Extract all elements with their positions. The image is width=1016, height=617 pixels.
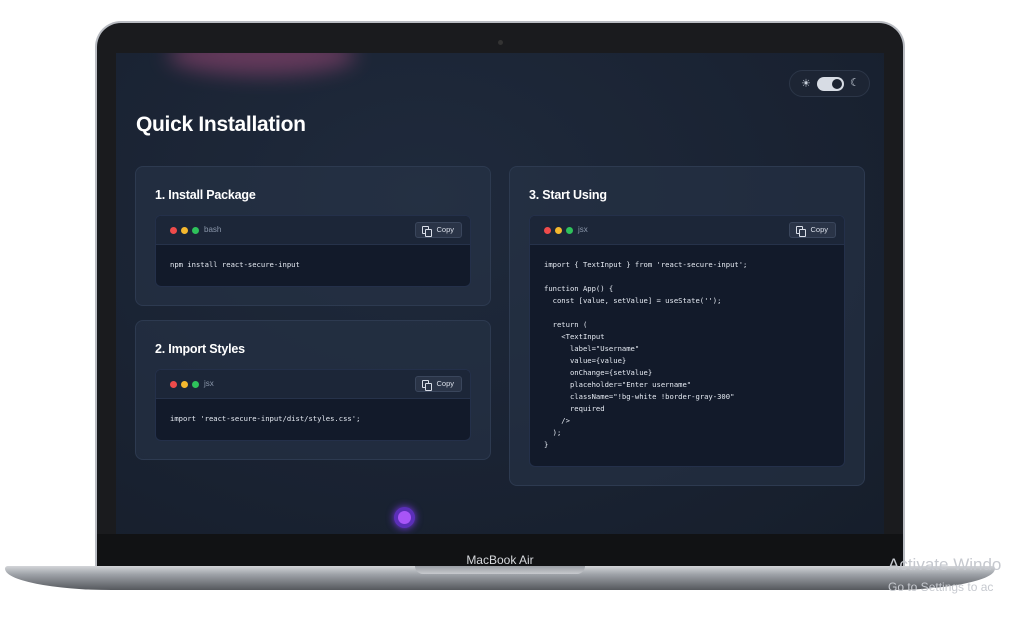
camera [498, 40, 503, 45]
floating-action-button[interactable] [394, 507, 415, 528]
activate-windows-title: Activate Windo [888, 555, 1002, 574]
copy-button-label: Copy [436, 379, 454, 388]
step-title: 3. Start Using [529, 188, 607, 202]
device-model-label: MacBook Air [466, 553, 534, 567]
theme-switch[interactable] [817, 77, 844, 91]
switch-knob [832, 79, 842, 89]
activate-windows-subtitle: Go to Settings to ac [888, 580, 994, 594]
window-dot-green [192, 381, 199, 388]
copy-icon [422, 380, 432, 391]
window-dot-yellow [555, 227, 562, 234]
window-dot-red [170, 227, 177, 234]
background-glow [168, 53, 356, 75]
language-label: jsx [204, 379, 214, 388]
step-card-install: 1. Install Package bash Copy npm install… [135, 166, 491, 306]
window-dot-green [192, 227, 199, 234]
copy-icon [422, 226, 432, 237]
step-card-usage: 3. Start Using jsx Copy import { TextInp… [509, 166, 865, 486]
step-title: 2. Import Styles [155, 342, 245, 356]
theme-toggle[interactable]: ☀ ☾ [789, 70, 870, 97]
window-dot-green [566, 227, 573, 234]
copy-button[interactable]: Copy [415, 376, 462, 392]
sun-icon: ☀ [801, 77, 811, 90]
copy-icon [796, 226, 806, 237]
laptop-notch [415, 566, 585, 574]
code-block: jsx Copy import { TextInput } from 'reac… [529, 215, 845, 467]
copy-button-label: Copy [436, 225, 454, 234]
code-header: jsx Copy [530, 216, 844, 245]
code-content: import 'react-secure-input/dist/styles.c… [170, 414, 361, 423]
window-dot-red [170, 381, 177, 388]
code-header: jsx Copy [156, 370, 470, 399]
code-block: jsx Copy import 'react-secure-input/dist… [155, 369, 471, 441]
language-label: jsx [578, 225, 588, 234]
step-title: 1. Install Package [155, 188, 256, 202]
window-dot-red [544, 227, 551, 234]
copy-button[interactable]: Copy [415, 222, 462, 238]
page-title: Quick Installation [136, 113, 306, 136]
copy-button[interactable]: Copy [789, 222, 836, 238]
code-block: bash Copy npm install react-secure-input [155, 215, 471, 287]
screen: ☀ ☾ Quick Installation 1. Install Packag… [116, 53, 884, 534]
code-header: bash Copy [156, 216, 470, 245]
window-dot-yellow [181, 381, 188, 388]
step-card-import: 2. Import Styles jsx Copy import 'react-… [135, 320, 491, 460]
window-dot-yellow [181, 227, 188, 234]
copy-button-label: Copy [810, 225, 828, 234]
moon-icon: ☾ [850, 76, 860, 89]
code-content: npm install react-secure-input [170, 260, 300, 269]
language-label: bash [204, 225, 222, 234]
code-content: import { TextInput } from 'react-secure-… [544, 260, 748, 449]
fab-inner [398, 511, 411, 524]
